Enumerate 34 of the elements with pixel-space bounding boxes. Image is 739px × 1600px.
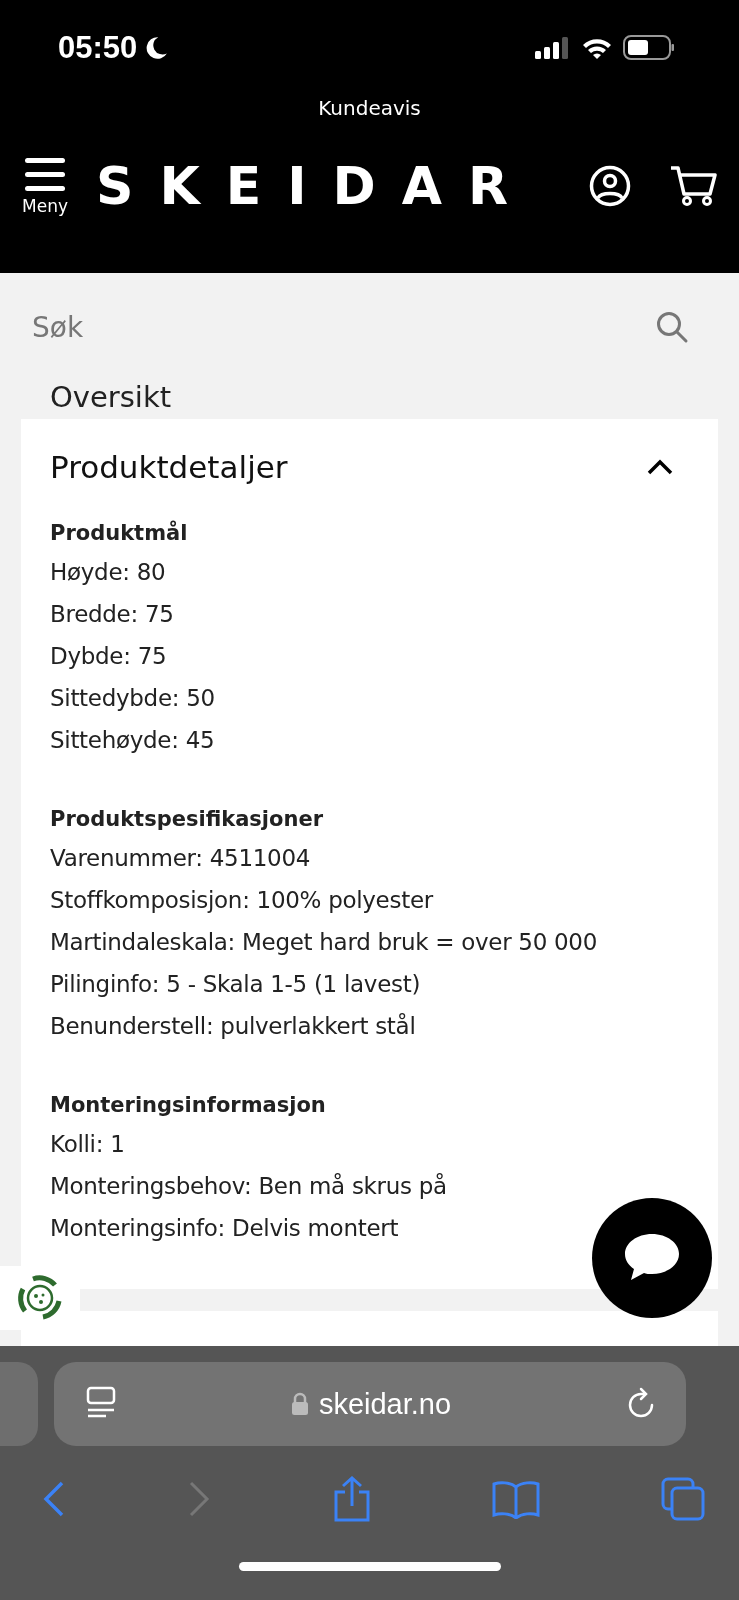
- detail-line: Varenummer: 4511004: [50, 844, 312, 873]
- logo[interactable]: SKEIDAR: [95, 156, 535, 216]
- status-time: 05:50: [58, 30, 138, 66]
- detail-line: Sittehøyde: 45: [50, 726, 216, 755]
- detail-line: Sittedybde: 50: [50, 684, 216, 713]
- detail-line: Pilinginfo: 5 - Skala 1-5 (1 lavest): [50, 970, 422, 999]
- group-heading: Produktspesifikasjoner: [50, 806, 324, 833]
- chevron-icon[interactable]: [646, 458, 674, 476]
- detail-line: Benunderstell: pulverlakkert stål: [50, 1012, 417, 1041]
- battery-icon: [623, 35, 675, 61]
- detail-line: Høyde: 80: [50, 558, 167, 587]
- detail-line: Dybde: 75: [50, 642, 168, 671]
- detail-line: Stoffkomposisjon: 100% polyester: [50, 886, 435, 915]
- detail-line: Bredde: 75: [50, 600, 175, 629]
- detail-line: Kolli: 1: [50, 1130, 126, 1159]
- lock-icon: [290, 1392, 309, 1416]
- menu-button[interactable]: Meny: [22, 156, 68, 216]
- group-heading: Monteringsinformasjon: [50, 1092, 327, 1119]
- account-icon[interactable]: [589, 165, 631, 207]
- detail-line: Martindaleskala: Meget hard bruk = over 50 000: [50, 928, 598, 957]
- address-bar[interactable]: skeidar.no: [54, 1362, 686, 1446]
- detail-line: Monteringsbehov: Ben må skrus på: [50, 1172, 448, 1201]
- accordion-header[interactable]: Produktdetaljer: [50, 449, 688, 485]
- group-heading: Produktmål: [50, 519, 189, 547]
- banner-link[interactable]: Kundeavis: [318, 96, 421, 120]
- signal-icon: [535, 36, 571, 60]
- cart-icon[interactable]: [669, 164, 717, 208]
- search-icon[interactable]: [655, 310, 689, 344]
- wifi-icon: [581, 36, 613, 60]
- search-bar[interactable]: Søk: [0, 273, 739, 381]
- url-text: skeidar.no: [318, 1387, 452, 1421]
- section-title: Oversikt: [50, 381, 172, 416]
- search-field[interactable]: Søk: [30, 309, 655, 345]
- detail-line: Monteringsinfo: Delvis montert: [50, 1214, 400, 1243]
